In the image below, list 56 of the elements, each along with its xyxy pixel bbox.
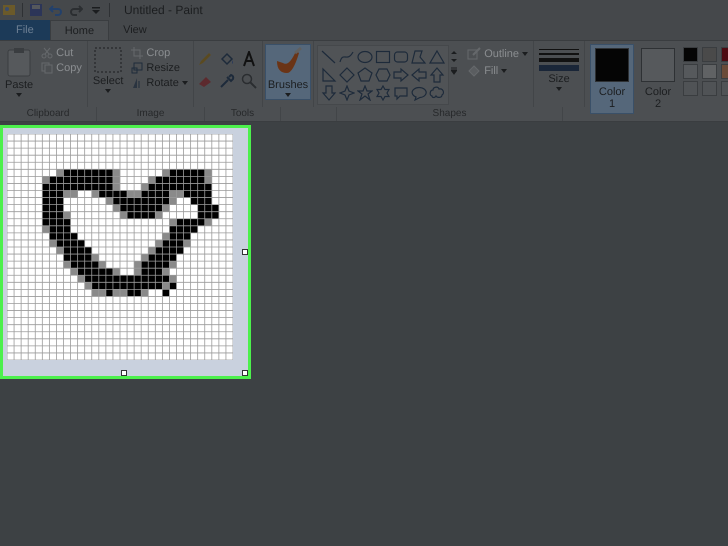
palette-color[interactable] [683, 64, 698, 79]
hexagon-icon[interactable] [375, 67, 392, 83]
caret-icon [16, 93, 22, 97]
clipboard-icon [6, 47, 32, 77]
resize-handle[interactable] [121, 370, 127, 376]
caret-icon [556, 87, 562, 91]
pentagon-icon[interactable] [357, 67, 374, 83]
line-icon[interactable] [321, 49, 338, 65]
resize-handle[interactable] [242, 249, 248, 255]
cloud-callout-icon[interactable] [429, 85, 446, 101]
selection-icon [94, 47, 122, 73]
star-icon[interactable] [357, 85, 374, 101]
palette-color[interactable] [683, 47, 698, 62]
rectangle-icon[interactable] [375, 49, 392, 65]
outline-pen-icon [467, 47, 482, 61]
right-arrow-icon[interactable] [393, 67, 410, 83]
crop-icon [131, 47, 144, 59]
text-icon[interactable] [240, 51, 257, 67]
left-arrow-icon[interactable] [411, 67, 428, 83]
resize-icon [131, 62, 144, 74]
caret-icon [501, 69, 508, 73]
save-icon[interactable] [29, 3, 43, 17]
pencil-icon[interactable] [196, 51, 213, 67]
caret-icon [522, 52, 528, 56]
undo-icon[interactable] [49, 3, 63, 17]
right-triangle-icon[interactable] [321, 67, 338, 83]
caret-icon [182, 81, 188, 85]
caret-icon [285, 93, 291, 97]
callout-icon[interactable] [393, 85, 410, 101]
brushes-button[interactable]: Brushes [266, 45, 310, 99]
fill-bucket-icon [467, 64, 482, 78]
fill-bucket-icon[interactable] [218, 51, 235, 67]
up-arrow-icon[interactable] [429, 67, 446, 83]
color-picker-icon[interactable] [218, 73, 235, 89]
resize-handle[interactable] [242, 370, 248, 376]
palette-color[interactable] [702, 64, 718, 79]
copy-icon [41, 62, 54, 74]
polygon-icon[interactable] [411, 49, 428, 65]
caret-icon [105, 89, 112, 93]
paint-app-icon [2, 3, 16, 17]
magnifier-icon[interactable] [240, 73, 257, 89]
six-point-star-icon[interactable] [375, 85, 392, 101]
line-width-icon [539, 49, 580, 71]
redo-icon[interactable] [69, 3, 83, 17]
down-arrow-icon[interactable] [321, 85, 338, 101]
oval-callout-icon[interactable] [411, 85, 428, 101]
gallery-more-icon[interactable] [451, 67, 458, 75]
rounded-rectangle-icon[interactable] [393, 49, 410, 65]
oval-icon[interactable] [357, 49, 374, 65]
color-slot-button[interactable]: Color 1 [591, 45, 634, 113]
diamond-icon[interactable] [339, 67, 356, 83]
four-point-star-icon[interactable] [339, 85, 356, 101]
triangle-icon[interactable] [429, 49, 446, 65]
curve-icon[interactable] [339, 49, 356, 65]
scissors-icon [41, 47, 54, 59]
file-menu-tab[interactable]: File [0, 20, 50, 40]
